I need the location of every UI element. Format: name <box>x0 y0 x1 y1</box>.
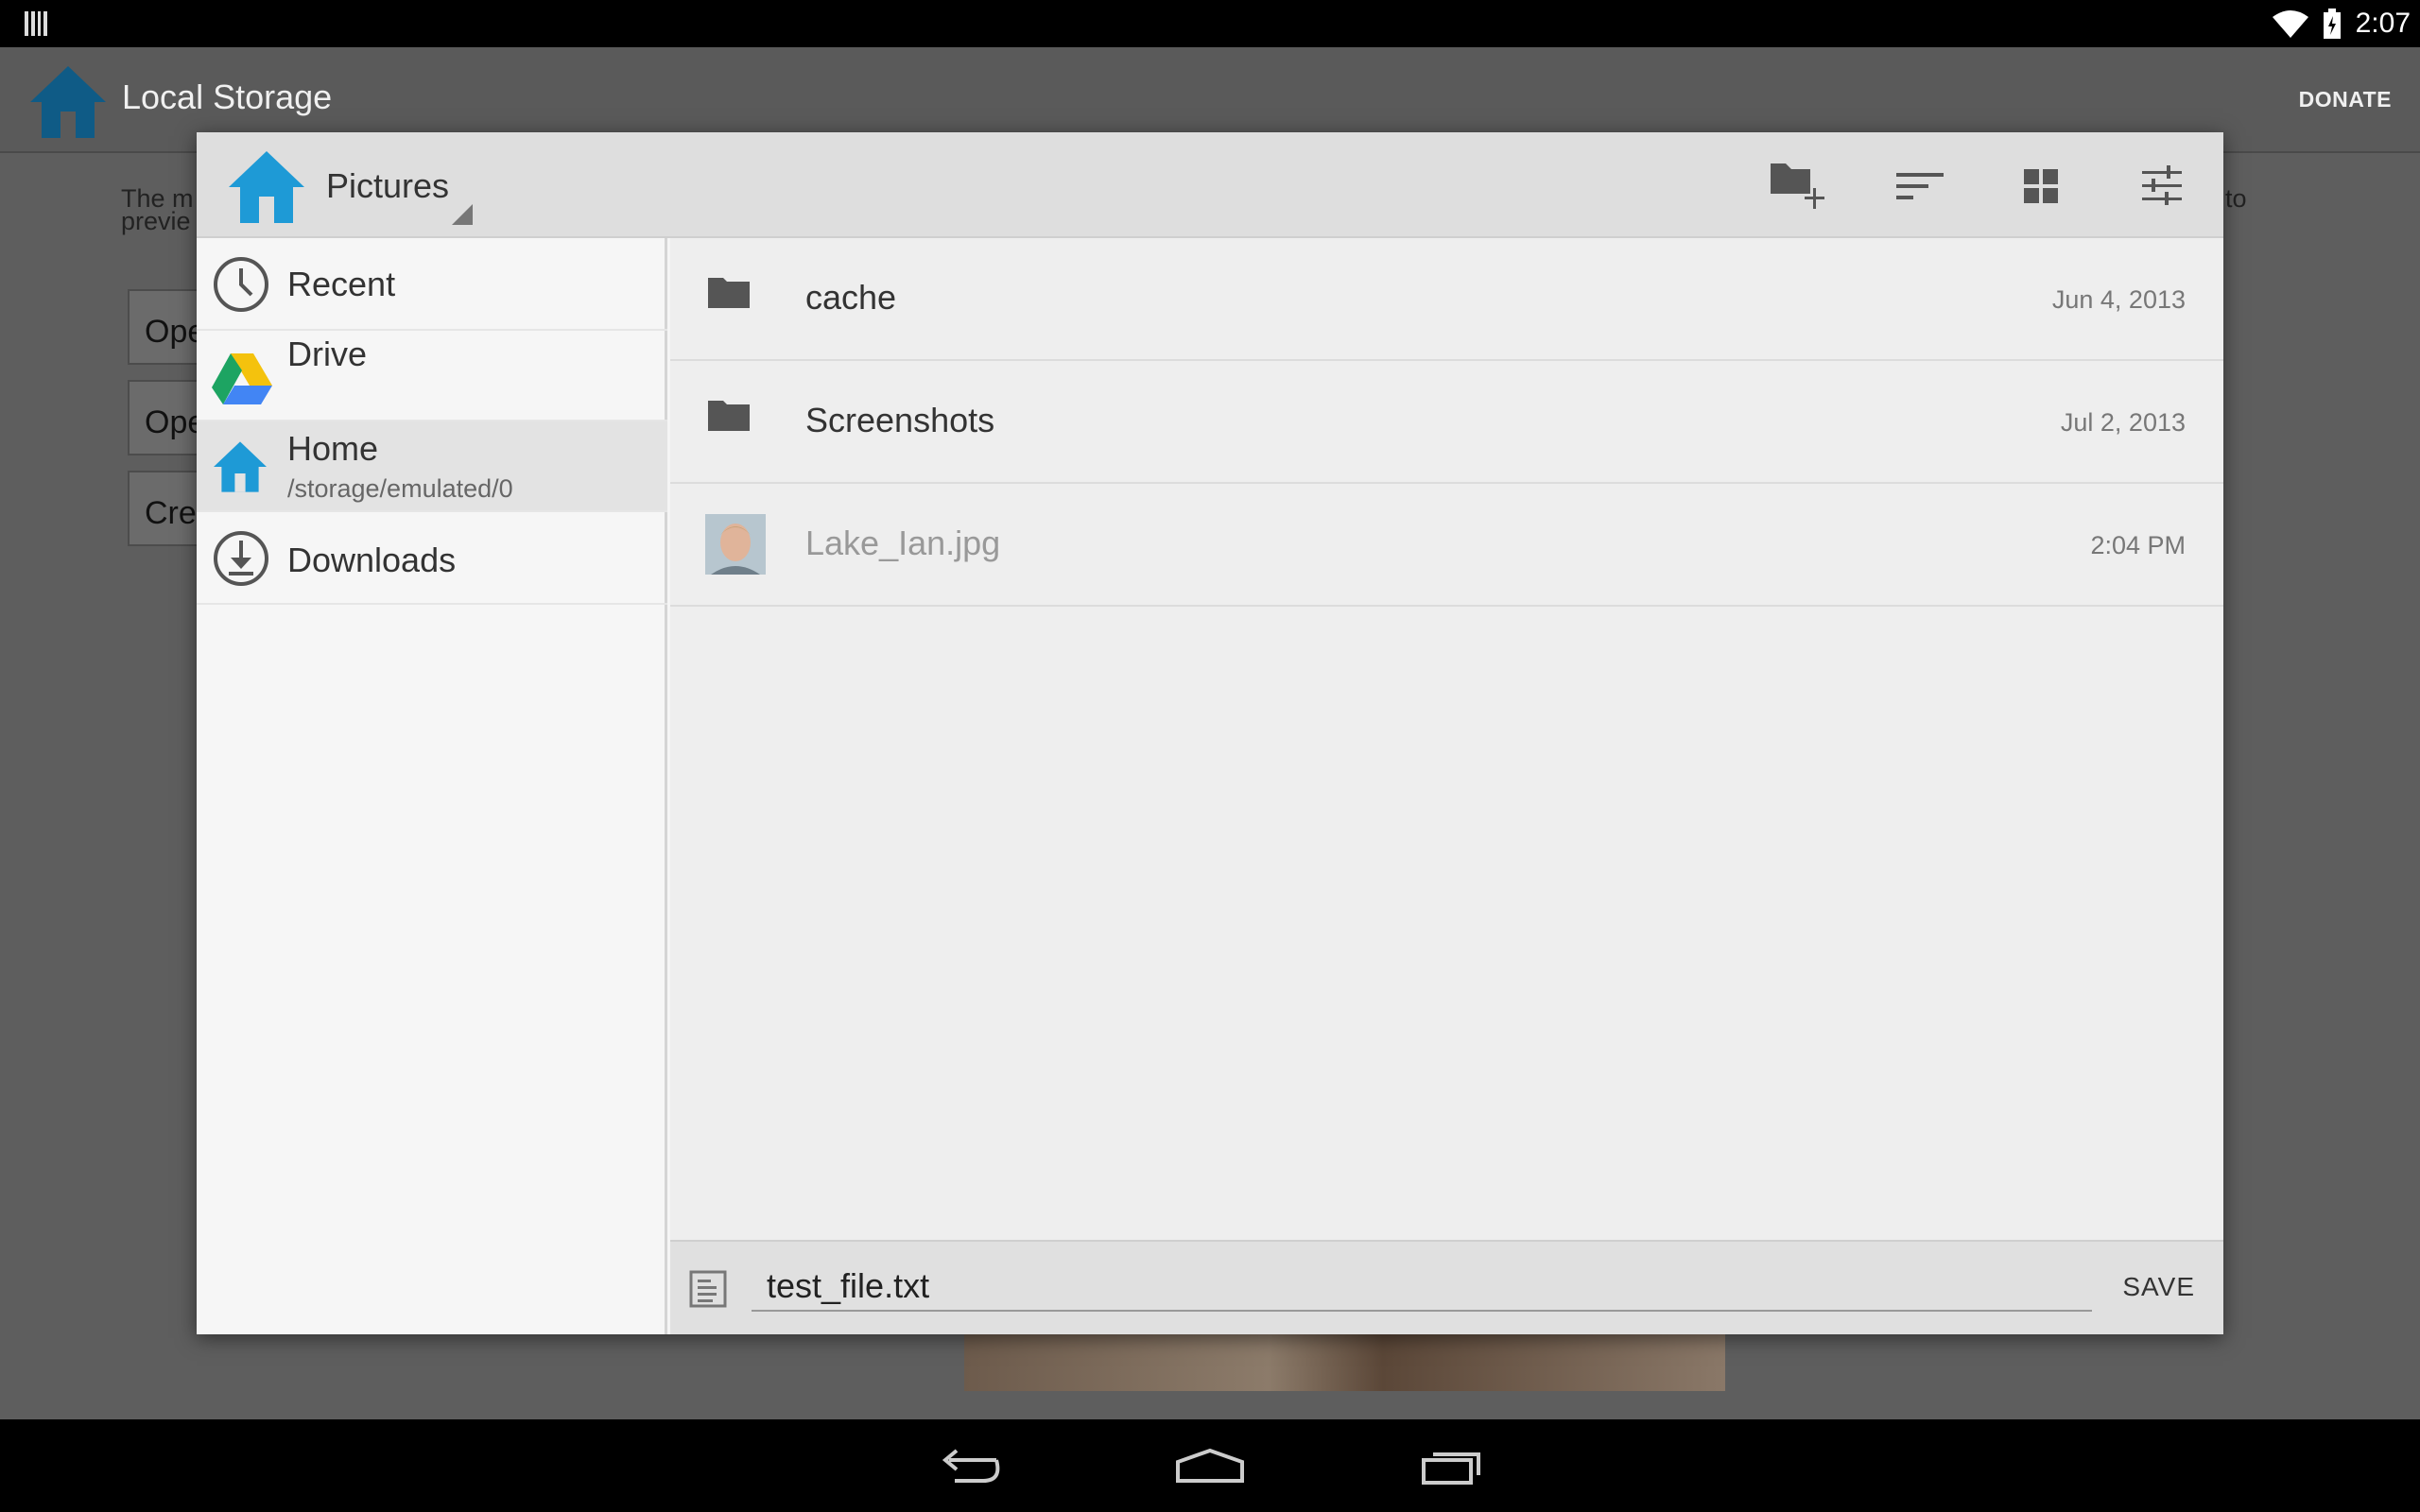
wifi-icon <box>2272 10 2308 38</box>
settings-button[interactable] <box>2129 153 2195 219</box>
drive-icon <box>212 353 272 404</box>
recents-icon <box>1422 1452 1480 1485</box>
sidebar-item-label: Home <box>287 429 379 468</box>
download-icon <box>214 531 268 586</box>
image-thumbnail <box>705 514 766 575</box>
save-bar: SAVE <box>670 1240 2223 1334</box>
file-list: cache Jun 4, 2013 Screenshots Jul 2, 201… <box>670 238 2223 1240</box>
spinner-arrow-icon <box>452 204 473 225</box>
navigation-bar <box>0 1419 2420 1512</box>
file-date: Jul 2, 2013 <box>2060 408 2186 437</box>
donate-button[interactable]: DONATE <box>2299 87 2392 112</box>
app-home-icon <box>30 66 106 138</box>
sidebar-item-home[interactable]: Home /storage/emulated/0 <box>197 421 667 512</box>
settings-sliders-icon <box>2142 165 2182 205</box>
sidebar-item-path: /storage/emulated/0 <box>287 474 513 503</box>
file-name: Lake_Ian.jpg <box>805 524 1001 562</box>
status-bar: 2:07 <box>0 0 2420 47</box>
notification-icon <box>25 11 47 36</box>
sort-button[interactable] <box>1887 153 1953 219</box>
dialog-header: Pictures <box>197 132 2223 238</box>
sidebar-item-label: Downloads <box>287 541 457 579</box>
folder-icon <box>708 278 750 308</box>
sidebar-item-label: Drive <box>287 335 368 373</box>
sidebar-item-downloads[interactable]: Downloads <box>197 512 667 605</box>
sidebar-item-label: Recent <box>287 265 396 303</box>
filename-input[interactable] <box>752 1263 2092 1312</box>
home-nav-button[interactable] <box>1167 1442 1253 1489</box>
folder-icon <box>708 401 750 431</box>
sort-icon <box>1896 173 1944 199</box>
home-nav-icon <box>1176 1448 1244 1483</box>
clock: 2:07 <box>2355 8 2411 39</box>
app-title: Local Storage <box>122 77 333 116</box>
back-button[interactable] <box>926 1442 1011 1489</box>
location-spinner[interactable]: Pictures <box>326 166 449 206</box>
back-icon <box>942 1449 1000 1483</box>
roots-sidebar: Recent Drive Home /storage/emulated/0 Do… <box>197 238 667 1334</box>
preview-image <box>964 1334 1725 1391</box>
list-item[interactable]: cache Jun 4, 2013 <box>670 238 2223 361</box>
new-folder-icon <box>1771 163 1824 209</box>
text-file-icon <box>689 1270 727 1308</box>
list-item[interactable]: Screenshots Jul 2, 2013 <box>670 361 2223 484</box>
recents-button[interactable] <box>1410 1442 1495 1489</box>
grid-view-icon <box>2024 169 2058 203</box>
file-name: cache <box>805 278 897 317</box>
battery-icon <box>2323 9 2341 39</box>
file-picker-dialog: Pictures Recent Drive Home /storage/emul… <box>197 132 2223 1334</box>
new-folder-button[interactable] <box>1766 153 1832 219</box>
grid-view-button[interactable] <box>2008 153 2074 219</box>
home-icon <box>229 151 304 223</box>
sidebar-item-drive[interactable]: Drive <box>197 331 667 421</box>
clock-icon <box>214 257 268 312</box>
save-button[interactable]: SAVE <box>2122 1272 2195 1302</box>
sidebar-item-recent[interactable]: Recent <box>197 238 667 331</box>
file-name: Screenshots <box>805 401 995 439</box>
home-icon <box>214 441 267 492</box>
file-date: Jun 4, 2013 <box>2051 285 2186 314</box>
list-item: Lake_Ian.jpg 2:04 PM <box>670 484 2223 607</box>
file-date: 2:04 PM <box>2090 531 2186 559</box>
